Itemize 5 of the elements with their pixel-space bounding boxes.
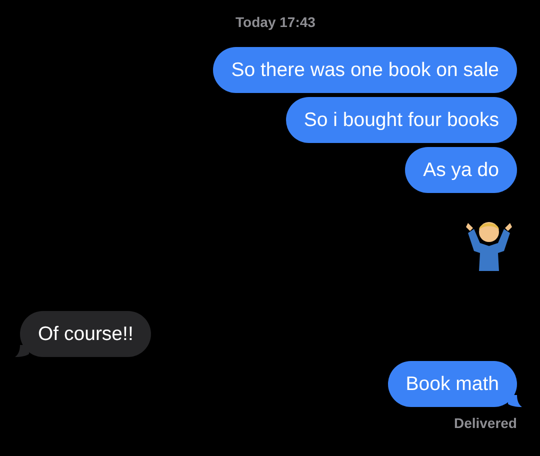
sent-message: As ya do bbox=[405, 147, 517, 193]
sent-message: So there was one book on sale bbox=[213, 47, 517, 93]
sent-message: So i bought four books bbox=[286, 97, 517, 143]
delivery-status: Delivered bbox=[454, 414, 517, 433]
timestamp: Today 17:43 bbox=[234, 13, 316, 32]
